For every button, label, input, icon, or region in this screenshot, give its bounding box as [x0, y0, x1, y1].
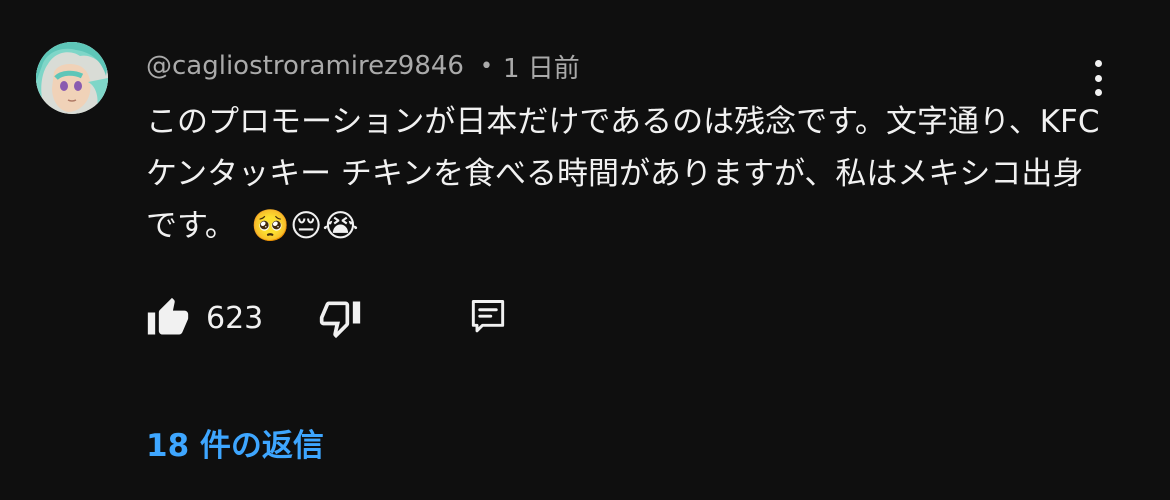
comment-icon	[471, 300, 505, 333]
meta-separator: •	[479, 53, 493, 79]
comment-text: このプロモーションが日本だけであるのは残念です。文字通り、KFC ケンタッキー …	[146, 104, 1110, 244]
menu-dot	[1094, 74, 1102, 82]
timestamp[interactable]: 1 日前	[503, 48, 580, 85]
comment-actions: 623	[146, 294, 510, 342]
thumb-up-filled-icon	[147, 297, 189, 335]
like-count: 623	[206, 300, 264, 336]
view-replies-button[interactable]: 18 件の返信	[146, 420, 324, 464]
menu-dot	[1094, 60, 1102, 67]
avatar[interactable]	[36, 42, 108, 114]
menu-dot	[1094, 89, 1102, 96]
thumb-down-outline-icon	[319, 301, 361, 339]
comment-meta: @cagliostroramirez9846 • 1 日前	[146, 46, 580, 86]
author-name[interactable]: @cagliostroramirez9846	[146, 51, 464, 81]
reply-button[interactable]	[466, 296, 510, 340]
like-button[interactable]	[146, 296, 190, 340]
dislike-button[interactable]	[318, 296, 362, 340]
comment-thread: @cagliostroramirez9846 • 1 日前 このプロモーションが…	[0, 0, 1170, 500]
more-vert-icon[interactable]	[1080, 56, 1116, 100]
avatar-image	[36, 42, 108, 114]
